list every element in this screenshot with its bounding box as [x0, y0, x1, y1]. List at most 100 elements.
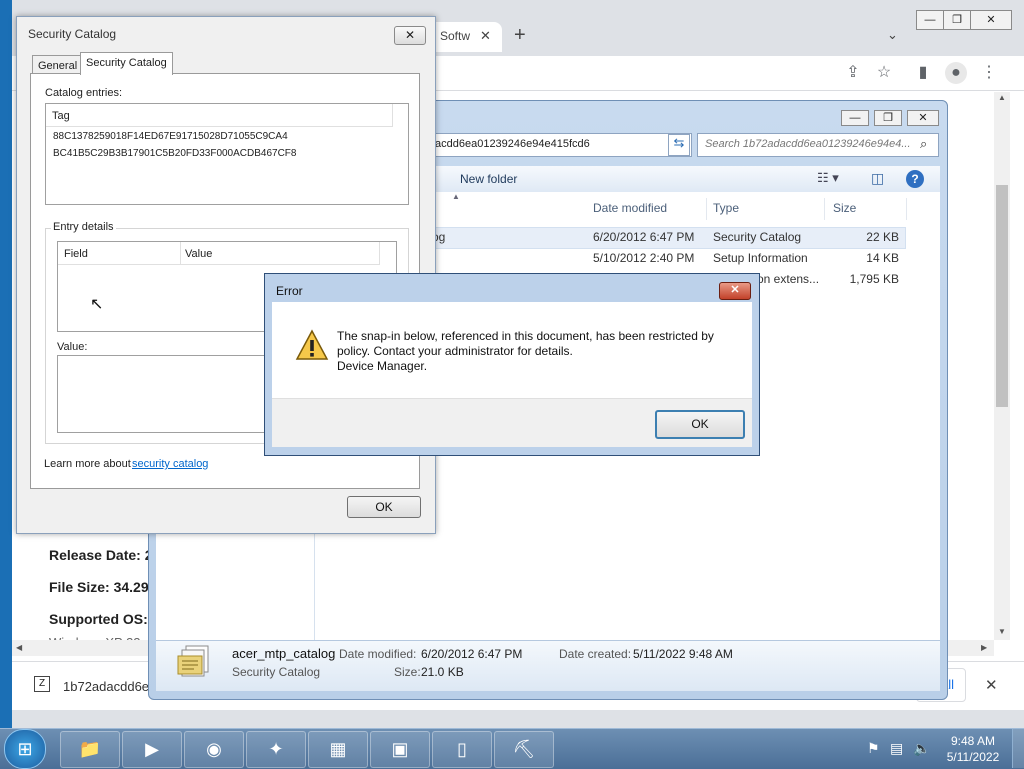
download-item-name[interactable]: 1b72adacdd6e [63, 679, 149, 694]
entry-details-label: Entry details [51, 221, 116, 233]
error-message-line: Device Manager. [337, 359, 428, 373]
details-modified-label: Date modified: [339, 647, 417, 661]
scroll-down-icon[interactable]: ▼ [998, 627, 1006, 636]
close-icon: ✕ [730, 284, 740, 296]
action-center-flag-icon[interactable]: ⚑ [867, 740, 880, 757]
document-taskbar-icon[interactable]: ▯ [432, 731, 492, 768]
volume-icon[interactable]: 🔈 [913, 740, 930, 757]
details-size-label: Size: [394, 665, 421, 679]
browser-tab-title: d Softw [430, 29, 471, 43]
file-type: Security Catalog [713, 230, 802, 244]
vertical-scroll-thumb[interactable] [996, 185, 1008, 407]
network-app-taskbar-icon[interactable]: ✦ [246, 731, 306, 768]
close-button[interactable]: ✕ [394, 26, 426, 45]
file-size: 22 KB [866, 230, 899, 244]
search-icon[interactable]: ⌕ [920, 136, 927, 152]
start-button[interactable]: ⊞ [4, 729, 46, 769]
tab-security-catalog[interactable]: Security Catalog [80, 52, 173, 75]
tag-column-header[interactable]: Tag [46, 104, 393, 127]
file-size: 14 KB [866, 251, 899, 265]
file-type: Setup Information [713, 251, 808, 265]
tab-general-label: General [38, 60, 78, 72]
tag-header-label: Tag [52, 110, 70, 122]
tab-security-catalog-label: Security Catalog [86, 57, 167, 69]
error-ok-label: OK [691, 417, 709, 431]
close-download-bar-icon[interactable]: ✕ [985, 676, 998, 694]
show-desktop-button[interactable] [1012, 729, 1024, 768]
side-panel-icon[interactable]: ▮ [912, 62, 934, 84]
details-created-label: Date created: [559, 647, 632, 661]
clock-time[interactable]: 9:48 AM [942, 734, 1004, 748]
error-dialog-title: Error [276, 284, 303, 298]
value-column-header[interactable]: Value [181, 242, 380, 265]
address-value: acdd6ea01239246e94e415fcd6 [435, 138, 590, 150]
value-header-label: Value [185, 248, 213, 260]
ok-button[interactable]: OK [347, 496, 421, 518]
view-options-icon[interactable]: ☷ ▾ [817, 170, 839, 186]
mmc-taskbar-icon[interactable]: ▣ [370, 731, 430, 768]
new-tab-button[interactable]: + [514, 24, 526, 47]
file-size: 1,795 KB [849, 272, 899, 286]
scroll-up-icon[interactable]: ▲ [998, 93, 1006, 102]
search-placeholder: Search 1b72adacdd6ea01239246e94e4... [705, 138, 911, 150]
mouse-pointer-icon: ↖ [90, 296, 104, 313]
ok-button-label: OK [375, 500, 393, 514]
warning-icon [295, 329, 329, 361]
value-label: Value: [57, 341, 88, 353]
release-date-label: Release Date: 2( [49, 547, 158, 563]
col-header-date[interactable]: Date modified [587, 198, 707, 220]
share-icon[interactable]: ⇪ [842, 62, 864, 84]
file-date: 6/20/2012 6:47 PM [593, 230, 695, 244]
error-close-button[interactable]: ✕ [719, 282, 751, 300]
details-file-kind: Security Catalog [232, 665, 321, 679]
tab-close-icon[interactable]: ✕ [480, 28, 491, 44]
field-column-header[interactable]: Field [58, 242, 181, 265]
field-header-label: Field [64, 248, 88, 260]
search-field[interactable]: Search 1b72adacdd6ea01239246e94e4... ⌕ [697, 133, 939, 157]
chrome-taskbar-icon[interactable]: ◉ [184, 731, 244, 768]
details-created-value: 5/11/2022 9:48 AM [633, 647, 733, 661]
supported-os-label: Supported OS: ' [49, 611, 155, 627]
sort-arrow-icon: ▲ [452, 192, 460, 201]
network-icon[interactable]: ▤ [890, 740, 903, 757]
restore-button[interactable]: ❐ [943, 10, 971, 30]
scroll-left-icon[interactable]: ◀ [16, 643, 22, 652]
minimize-button[interactable]: — [916, 10, 944, 30]
new-folder-button[interactable]: New folder [460, 172, 517, 186]
explorer-maximize-button[interactable]: ❐ [874, 110, 902, 126]
col-header-size[interactable]: Size [827, 198, 907, 220]
explorer-taskbar-icon[interactable]: 📁 [60, 731, 120, 768]
error-ok-button[interactable]: OK [655, 410, 745, 439]
catalog-file-icon [176, 644, 212, 682]
error-message-line: The snap-in below, referenced in this do… [337, 329, 714, 343]
error-message-line: policy. Contact your administrator for d… [337, 344, 573, 358]
tag-entry[interactable]: BC41B5C29B3B17901C5B20FD33F000ACDB467CF8 [53, 148, 296, 159]
file-size-label: File Size: 34.29N [49, 579, 159, 595]
bookmark-star-icon[interactable]: ☆ [873, 62, 895, 84]
clock-date[interactable]: 5/11/2022 [942, 750, 1004, 764]
learn-more-text: Learn more about [44, 458, 134, 470]
media-player-taskbar-icon[interactable]: ▶ [122, 731, 182, 768]
menu-kebab-icon[interactable]: ⋮ [978, 62, 1000, 84]
explorer-minimize-button[interactable]: — [841, 110, 869, 126]
details-modified-value: 6/20/2012 6:47 PM [421, 647, 523, 661]
catalog-entries-label: Catalog entries: [45, 87, 123, 99]
close-window-button[interactable]: ✕ [970, 10, 1012, 30]
dialog-title: Security Catalog [28, 27, 117, 41]
tag-entry[interactable]: 88C1378259018F14ED67E91715028D71055C9CA4 [53, 131, 288, 142]
help-icon[interactable]: ? [906, 170, 924, 188]
col-header-type[interactable]: Type [707, 198, 825, 220]
file-date: 5/10/2012 2:40 PM [593, 251, 695, 265]
address-bar[interactable]: acdd6ea01239246e94e415fcd6 ▼ [432, 133, 692, 157]
details-file-name: acer_mtp_catalog [232, 646, 336, 661]
security-catalog-link[interactable]: security catalog [132, 458, 208, 470]
control-panel-taskbar-icon[interactable]: ▦ [308, 731, 368, 768]
preview-pane-icon[interactable]: ◫ [871, 170, 884, 187]
toolbox-taskbar-icon[interactable]: ⛏ [494, 731, 554, 768]
tab-search-chevron-icon[interactable]: ⌄ [887, 27, 898, 43]
scroll-right-icon[interactable]: ▶ [981, 643, 987, 652]
archive-file-icon: Z [34, 676, 50, 692]
profile-avatar-icon[interactable]: ● [945, 62, 967, 84]
explorer-close-button[interactable]: ✕ [907, 110, 939, 126]
refresh-icon[interactable]: ⇆ [668, 134, 690, 156]
